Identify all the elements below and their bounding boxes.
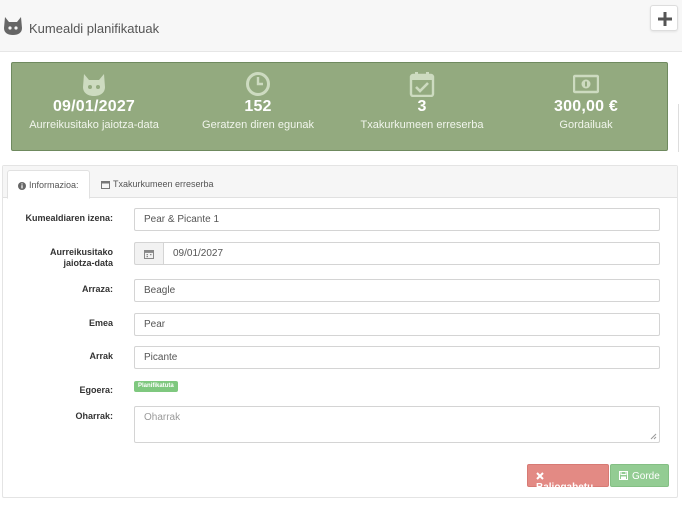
add-button[interactable] — [650, 5, 678, 31]
stat-label: Aurreikusitako jaiotza-data — [29, 119, 159, 131]
birth-date-input[interactable]: 09/01/2027 — [163, 242, 660, 265]
notes-textarea[interactable]: Oharrak — [134, 406, 660, 443]
birth-date-label: Aurreikusitako jaiotza-data — [3, 247, 113, 269]
female-input[interactable]: Pear — [134, 313, 660, 336]
page-title: Kumealdi planifikatuak — [29, 21, 160, 36]
save-button[interactable]: Gorde — [610, 464, 669, 487]
notes-label: Oharrak: — [75, 411, 113, 421]
date-picker-addon[interactable] — [134, 242, 163, 265]
birth-date-label-line2: jaiotza-data — [63, 258, 113, 268]
clock-icon — [246, 72, 270, 96]
info-icon — [18, 182, 26, 190]
stat-remaining-days: 152 Geratzen diren egunak — [176, 63, 340, 152]
tab-label: Txakurkumeen erreserba — [113, 179, 214, 189]
save-button-label: Gorde — [632, 471, 660, 482]
calendar-check-icon — [409, 72, 435, 97]
tab-label: Informazioa: — [29, 180, 79, 190]
cancel-button[interactable]: Baliogabetu — [527, 464, 609, 493]
litter-panel: Informazioa: Txakurkumeen erreserba Kume… — [2, 165, 678, 498]
stat-birth-date: 09/01/2027 Aurreikusitako jaiotza-data — [12, 63, 176, 152]
litter-name-input[interactable]: Pear & Picante 1 — [134, 208, 660, 231]
breed-label: Arraza: — [81, 284, 113, 294]
github-cat-icon — [4, 17, 22, 35]
scroll-edge — [678, 104, 682, 152]
top-bar: Kumealdi planifikatuak — [0, 0, 682, 52]
male-input[interactable]: Picante — [134, 346, 660, 369]
tab-information[interactable]: Informazioa: — [7, 170, 90, 199]
notes-placeholder: Oharrak — [144, 412, 181, 423]
calendar-icon — [101, 181, 110, 189]
money-icon — [573, 74, 599, 94]
cancel-button-label: Baliogabetu — [536, 482, 594, 493]
stat-value: 09/01/2027 — [52, 98, 136, 115]
resize-grip-icon[interactable] — [650, 433, 657, 440]
plus-icon — [658, 12, 672, 26]
close-icon — [536, 472, 544, 480]
tab-puppy-reservations[interactable]: Txakurkumeen erreserba — [91, 170, 224, 199]
stat-label: Gordailuak — [559, 119, 613, 131]
stat-puppy-reservations: 3 Txakurkumeen erreserba — [340, 63, 504, 152]
calendar-icon — [144, 250, 154, 259]
stat-deposits: 300,00 € Gordailuak — [504, 63, 668, 152]
female-label: Emea — [88, 318, 113, 328]
tab-bar: Informazioa: Txakurkumeen erreserba — [3, 166, 677, 199]
stat-value: 3 — [417, 98, 427, 115]
male-label: Arrak — [89, 351, 113, 361]
status-badge: Planifikatuta — [134, 381, 178, 392]
save-icon — [619, 471, 628, 480]
status-label: Egoera: — [79, 385, 113, 395]
stats-panel: 09/01/2027 Aurreikusitako jaiotza-data 1… — [11, 62, 668, 151]
birth-date-label-line1: Aurreikusitako — [49, 247, 113, 257]
stat-label: Txakurkumeen erreserba — [360, 119, 484, 131]
litter-name-label: Kumealdiaren izena: — [25, 213, 113, 223]
stat-value: 300,00 € — [554, 98, 618, 115]
cat-icon — [83, 74, 105, 96]
breed-input[interactable]: Beagle — [134, 279, 660, 302]
stat-value: 152 — [244, 98, 272, 115]
stat-label: Geratzen diren egunak — [202, 119, 314, 131]
